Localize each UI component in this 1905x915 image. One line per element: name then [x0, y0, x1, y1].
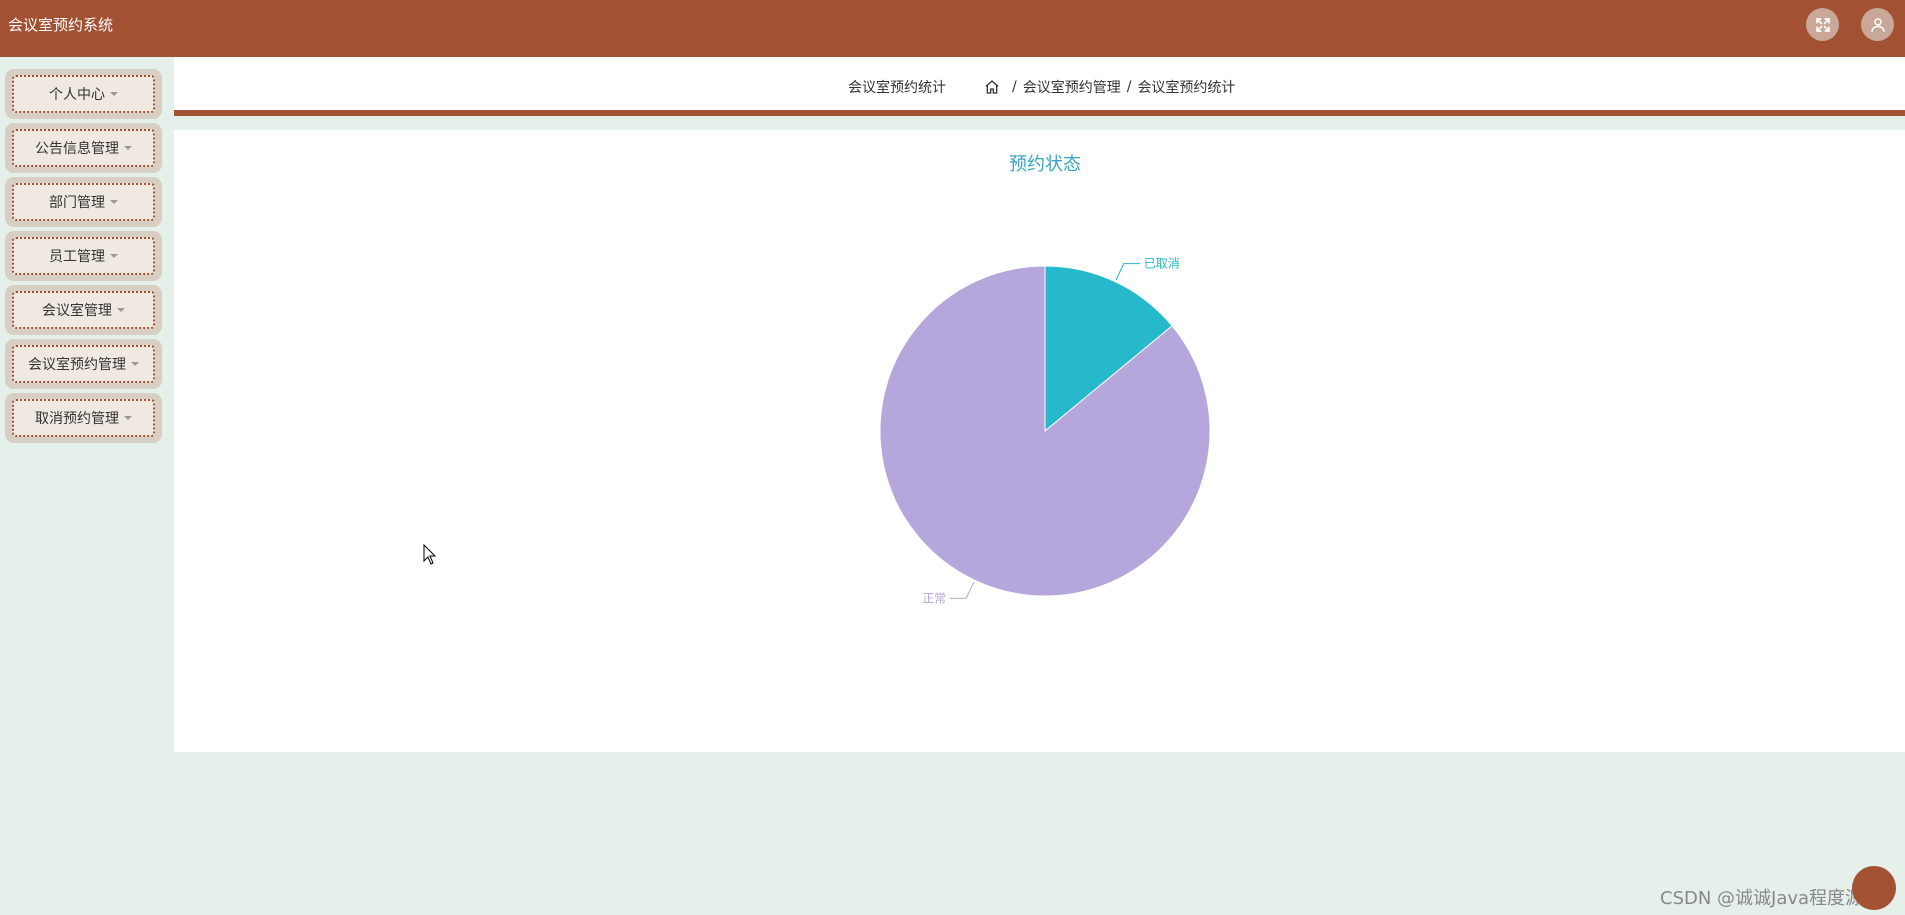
sidebar-item-button[interactable]: 部门管理 — [12, 183, 155, 221]
sidebar-item-label: 部门管理 — [49, 195, 105, 211]
page-title: 会议室预约统计 — [848, 80, 946, 96]
breadcrumb-separator: / — [1012, 79, 1017, 95]
chart-panel: 预约状态 已取消正常 — [174, 130, 1905, 752]
sidebar-item-reservation-management[interactable]: 会议室预约管理 — [5, 339, 162, 389]
fullscreen-icon[interactable] — [1806, 8, 1839, 41]
mouse-cursor-icon — [423, 544, 437, 565]
caret-down-icon — [124, 146, 132, 150]
pie-slices — [879, 265, 1211, 597]
sidebar-item-label: 会议室管理 — [42, 303, 112, 319]
sidebar-item-button[interactable]: 员工管理 — [12, 237, 155, 275]
top-bar: 会议室预约系统 — [0, 0, 1905, 57]
caret-down-icon — [131, 362, 139, 366]
caret-down-icon — [110, 254, 118, 258]
caret-down-icon — [110, 92, 118, 96]
pie-label-line — [1115, 263, 1140, 281]
breadcrumb-item-reservation-management[interactable]: 会议室预约管理 — [1023, 77, 1121, 97]
header-accent-bar — [174, 110, 1905, 116]
breadcrumb-item-reservation-statistics: 会议室预约统计 — [1137, 80, 1236, 96]
watermark: CSDN @诚诚Java程度源码 — [1660, 888, 1882, 909]
sidebar-item-button[interactable]: 会议室管理 — [12, 291, 155, 329]
caret-down-icon — [124, 416, 132, 420]
sidebar-item-label: 会议室预约管理 — [28, 357, 126, 373]
home-icon[interactable] — [984, 79, 1000, 95]
sidebar-item-cancel-reservation-management[interactable]: 取消预约管理 — [5, 393, 162, 443]
pie-slice-label: 已取消 — [1144, 257, 1180, 271]
sidebar-item-personal-center[interactable]: 个人中心 — [5, 69, 162, 119]
sidebar-item-department-management[interactable]: 部门管理 — [5, 177, 162, 227]
caret-down-icon — [110, 200, 118, 204]
sidebar-item-button[interactable]: 会议室预约管理 — [12, 345, 155, 383]
pie-chart: 预约状态 已取消正常 — [879, 154, 1211, 605]
floating-action-button[interactable] — [1852, 866, 1896, 910]
sidebar-item-button[interactable]: 个人中心 — [12, 75, 155, 113]
sidebar-item-button[interactable]: 取消预约管理 — [12, 399, 155, 437]
sidebar-item-label: 公告信息管理 — [35, 141, 119, 157]
pie-slice-label: 正常 — [922, 591, 946, 605]
caret-down-icon — [117, 308, 125, 312]
sidebar: 个人中心 公告信息管理 部门管理 员工管理 会议室管理 会议室预约管理 取消预约… — [0, 57, 174, 915]
sidebar-item-button[interactable]: 公告信息管理 — [12, 129, 155, 167]
sidebar-item-employee-management[interactable]: 员工管理 — [5, 231, 162, 281]
page-header: 会议室预约统计 / 会议室预约管理 / 会议室预约统计 — [174, 57, 1905, 116]
sidebar-item-label: 个人中心 — [49, 87, 105, 103]
app-title: 会议室预约系统 — [8, 16, 114, 34]
pie-label-line — [950, 581, 975, 599]
sidebar-item-label: 取消预约管理 — [35, 411, 119, 427]
sidebar-item-meeting-room-management[interactable]: 会议室管理 — [5, 285, 162, 335]
user-icon[interactable] — [1861, 8, 1894, 41]
breadcrumb: / 会议室预约管理 / 会议室预约统计 — [984, 77, 1235, 97]
breadcrumb-separator: / — [1126, 79, 1132, 95]
chart-title: 预约状态 — [1009, 154, 1081, 175]
sidebar-item-label: 员工管理 — [49, 249, 105, 265]
sidebar-item-notice-management[interactable]: 公告信息管理 — [5, 123, 162, 173]
